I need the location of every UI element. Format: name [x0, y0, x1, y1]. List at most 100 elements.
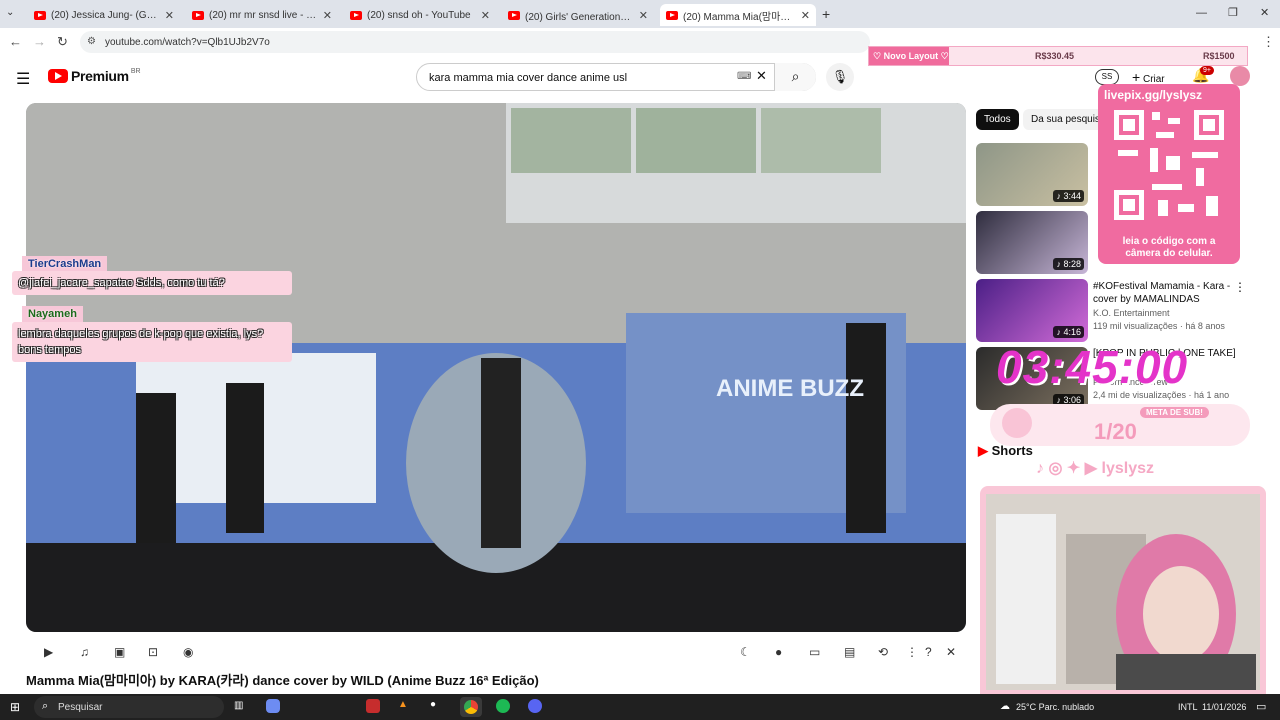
- close-icon[interactable]: ✕: [481, 9, 490, 22]
- windows-start-icon[interactable]: ⊞: [10, 700, 20, 714]
- shorts-icon: ▶: [978, 443, 988, 458]
- clear-search-icon[interactable]: ✕: [756, 68, 767, 84]
- more-icon[interactable]: ⋮: [1234, 280, 1246, 294]
- discord-icon[interactable]: [528, 699, 542, 713]
- site-info-icon[interactable]: ⚙: [87, 36, 96, 47]
- close-window-icon[interactable]: ✕: [1260, 6, 1269, 19]
- new-tab-button[interactable]: +: [822, 6, 830, 22]
- chrome-icon[interactable]: [460, 697, 482, 717]
- queue-icon[interactable]: ▤: [844, 645, 855, 659]
- avatar[interactable]: [1230, 66, 1250, 86]
- lightbulb-icon[interactable]: ●: [775, 645, 782, 659]
- screenshot-icon[interactable]: ◉: [183, 645, 193, 659]
- copilot-icon[interactable]: [266, 699, 280, 713]
- weather-icon: ☁: [1000, 701, 1010, 712]
- tab-3[interactable]: (20) snsd oh - YouTube ✕: [344, 4, 496, 26]
- help-icon[interactable]: ?: [925, 645, 932, 659]
- sub-goal-value: 1/20: [1094, 419, 1137, 444]
- youtube-favicon-icon: [350, 10, 362, 20]
- search-icon: ⌕: [42, 700, 49, 712]
- close-icon[interactable]: ✕: [801, 9, 810, 22]
- sidebar-thumb-1[interactable]: ♪ 3:44: [976, 143, 1088, 206]
- avatar-badge[interactable]: SS: [1095, 69, 1119, 85]
- more-icon[interactable]: ⋮: [906, 645, 918, 659]
- new-layout-label: ♡ Novo Layout ♡: [869, 47, 949, 65]
- duration-badge: ♪ 8:28: [1053, 258, 1084, 270]
- plus-icon: +: [1132, 69, 1141, 85]
- video-player[interactable]: ANIME BUZZ: [26, 103, 966, 632]
- captions-icon[interactable]: ⊡: [148, 645, 158, 659]
- back-icon[interactable]: ←: [9, 34, 22, 49]
- url-field[interactable]: ⚙ youtube.com/watch?v=Qlb1UJb2V7o: [80, 31, 870, 53]
- instagram-icon: ◎: [1048, 460, 1063, 477]
- reload-icon[interactable]: ↻: [57, 34, 68, 50]
- chip-todos[interactable]: Todos: [976, 109, 1019, 130]
- app-red-icon[interactable]: [366, 699, 380, 713]
- tab-strip: ⌄ (20) Jessica Jung- (Gee + Genie)✕ (20)…: [0, 0, 1280, 28]
- heart-badge-icon: [1002, 408, 1032, 438]
- weather-text: 25°C Parc. nublado: [1016, 702, 1095, 712]
- create-button[interactable]: + Criar: [1132, 69, 1165, 85]
- search-button[interactable]: ⌕: [774, 63, 816, 91]
- tab-5-active[interactable]: (20) Mamma Mia(맘마미아) by✕: [660, 4, 816, 26]
- stream-timer: 03:45:00: [996, 341, 1189, 393]
- youtube-icon: ▶: [1084, 460, 1098, 477]
- qr-code-icon: [1112, 108, 1226, 222]
- video-frame: [26, 103, 966, 632]
- forward-icon[interactable]: →: [33, 34, 46, 49]
- sidebar-meta-3: 119 mil visualizações · há 8 anos: [1093, 321, 1225, 331]
- taskbar-search[interactable]: ⌕ Pesquisar: [34, 696, 224, 718]
- hamburger-menu-icon[interactable]: ☰: [16, 69, 30, 89]
- tab-2[interactable]: (20) mr mr snsd live - YouTube✕: [186, 4, 338, 26]
- obs-icon[interactable]: ●: [430, 699, 436, 710]
- image-icon[interactable]: ▣: [114, 645, 125, 659]
- moon-icon[interactable]: ☾: [740, 645, 751, 659]
- minimize-icon[interactable]: —: [1196, 7, 1207, 19]
- input-language[interactable]: INTL: [1178, 702, 1198, 712]
- music-icon[interactable]: ♫: [80, 645, 89, 659]
- sub-goal-widget: META DE SUB! 1/20: [990, 404, 1250, 446]
- voice-search-icon[interactable]: 🎙: [826, 63, 854, 91]
- loop-icon[interactable]: ⟲: [878, 645, 888, 659]
- task-view-icon[interactable]: ▥: [234, 700, 243, 711]
- webcam-feed: [986, 494, 1260, 690]
- youtube-play-icon: [48, 69, 68, 83]
- search-icon: ⌕: [791, 68, 800, 84]
- close-icon[interactable]: ✕: [323, 9, 332, 22]
- youtube-favicon-icon: [666, 10, 678, 20]
- sidebar-channel-3[interactable]: K.O. Entertainment: [1093, 308, 1170, 318]
- youtube-favicon-icon: [34, 10, 46, 20]
- sidebar-title-3[interactable]: #KOFestival Mamamia - Kara - cover by MA…: [1093, 280, 1233, 306]
- twitter-icon: ✦: [1066, 460, 1081, 477]
- pip-icon[interactable]: ▭: [809, 645, 820, 659]
- sidebar-thumb-3[interactable]: ♪ 4:16: [976, 279, 1088, 342]
- chat-username-2: Nayameh: [22, 306, 83, 322]
- menu-kebab-icon[interactable]: ⋮: [1262, 34, 1275, 50]
- youtube-logo[interactable]: Premium BR: [48, 68, 141, 84]
- tab-4[interactable]: (20) Girls' Generation 소녀시대✕: [502, 4, 654, 26]
- notification-count: 9+: [1200, 66, 1214, 75]
- qr-panel: livepix.gg/lyslysz leia o código com a c…: [1098, 84, 1240, 264]
- duration-badge: ♪ 3:44: [1053, 190, 1084, 202]
- goal-current: R$330.45: [1035, 51, 1075, 61]
- tab-1[interactable]: (20) Jessica Jung- (Gee + Genie)✕: [28, 4, 180, 26]
- tiktok-icon: ♪: [1036, 460, 1044, 477]
- tab-search-icon[interactable]: ⌄: [6, 7, 14, 18]
- chat-username-1: TierCrashMan: [22, 256, 108, 272]
- youtube-favicon-icon: [192, 10, 204, 20]
- spotify-icon[interactable]: [496, 699, 510, 713]
- keyboard-icon[interactable]: ⌨: [737, 71, 751, 82]
- duration-badge: ♪ 4:16: [1053, 326, 1084, 338]
- close-icon[interactable]: ✕: [165, 9, 174, 22]
- vlc-icon[interactable]: ▲: [398, 699, 408, 710]
- close-icon[interactable]: ✕: [946, 645, 956, 659]
- camera-icon[interactable]: ▶: [44, 645, 53, 659]
- goal-banner: ♡ Novo Layout ♡ R$330.45 R$1500: [868, 46, 1248, 66]
- youtube-favicon-icon: [508, 10, 520, 20]
- date[interactable]: 11/01/2026: [1202, 702, 1246, 712]
- notifications-icon[interactable]: ▭: [1256, 700, 1266, 713]
- maximize-icon[interactable]: ❐: [1228, 6, 1238, 19]
- chat-message-2: lembra daqueles grupos de k-pop que exis…: [12, 322, 292, 362]
- close-icon[interactable]: ✕: [639, 9, 648, 22]
- sidebar-thumb-2[interactable]: ♪ 8:28: [976, 211, 1088, 274]
